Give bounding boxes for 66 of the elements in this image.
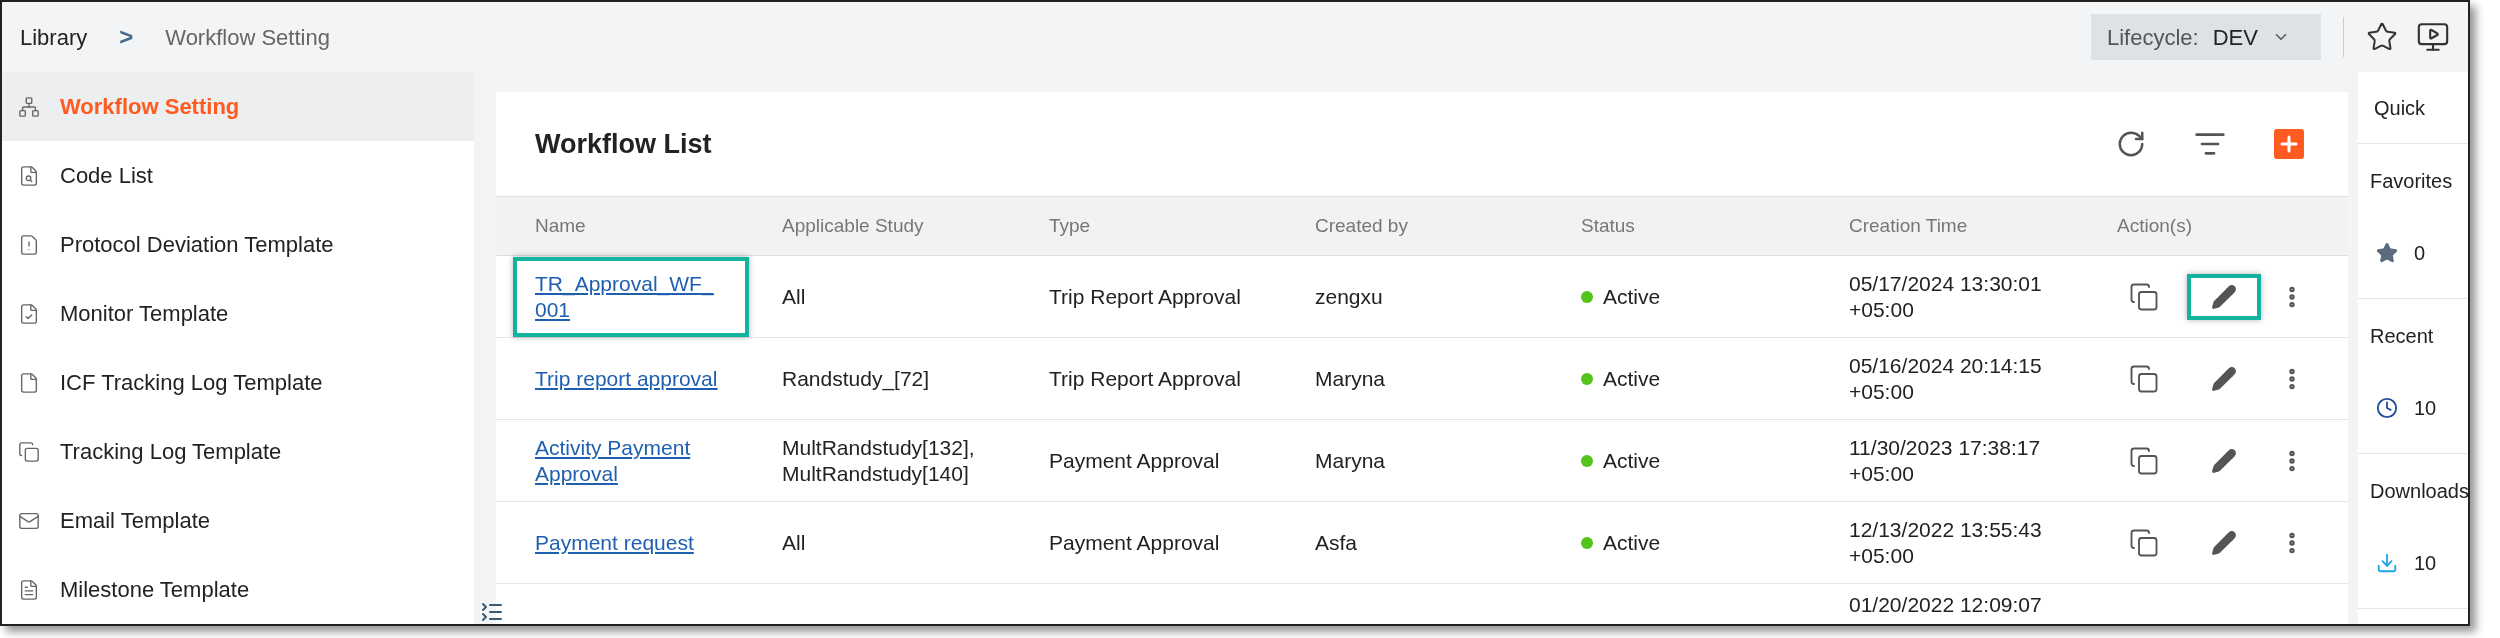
section-count[interactable]: 10: [2414, 548, 2437, 578]
pencil-icon: [2211, 283, 2237, 310]
sidebar-item[interactable]: Email Template: [2, 486, 474, 555]
card-title: Workflow List: [535, 127, 712, 161]
workflow-name-link[interactable]: TR_Approval_WF_001: [535, 270, 725, 323]
type-cell: Trip Report Approval: [1049, 366, 1241, 390]
status-text: Active: [1603, 283, 1661, 310]
copy-icon[interactable]: [2129, 281, 2159, 312]
copy-icon[interactable]: [2129, 527, 2159, 558]
monitor-icon[interactable]: [2416, 20, 2450, 54]
copy-icon[interactable]: [2129, 445, 2159, 476]
creation-time-cell-text: 05/16/2024 20:14:15 +05:00: [1849, 352, 2043, 405]
status-text: Active: [1603, 447, 1661, 474]
creation-time-cell-text: 01/20/2022 12:09:07: [1849, 592, 2043, 618]
type-cell: Trip Report Approval: [1049, 284, 1241, 308]
column-header: Type: [1049, 213, 1092, 238]
study-cell-text: All: [782, 283, 807, 310]
edit-button[interactable]: [2187, 273, 2261, 320]
creation-time-cell-text: 12/13/2022 13:55:43 +05:00: [1849, 516, 2043, 569]
status-text: Active: [1603, 365, 1661, 392]
lifecycle-dropdown[interactable]: Lifecycle: DEV: [2091, 14, 2321, 60]
sidebar-item[interactable]: Protocol Deviation Template: [2, 210, 474, 279]
sidebar-item[interactable]: Tracking Log Template: [2, 417, 474, 486]
column-header: Action(s): [2117, 213, 2193, 238]
creator-cell: Asfa: [1315, 530, 1358, 554]
add-button[interactable]: [2274, 129, 2304, 159]
sidebar-item[interactable]: ICF Tracking Log Template: [2, 348, 474, 417]
pencil-icon: [2211, 365, 2237, 392]
column-header: Creation Time: [1849, 213, 1969, 238]
breadcrumb-link[interactable]: Library: [20, 20, 88, 54]
workflow-name-link[interactable]: Activity Payment Approval: [535, 434, 725, 487]
study-cell-text: Randstudy_[72]: [782, 365, 931, 392]
study-cell-text: MultRandstudy[132], MultRandstudy[140]: [782, 434, 976, 487]
star-icon: [2376, 242, 2398, 264]
pencil-icon: [2211, 447, 2237, 474]
panel-title: Quick: [2374, 95, 2426, 121]
clock-icon: [2376, 397, 2398, 419]
breadcrumb-separator: >: [119, 22, 134, 52]
sidebar-item[interactable]: Code List: [2, 141, 474, 210]
sidebar-item[interactable]: Milestone Template: [2, 555, 474, 624]
creation-time-cell-text: 05/17/2024 13:30:01 +05:00: [1849, 270, 2043, 323]
type-cell: Payment Approval: [1049, 530, 1220, 554]
column-header: Applicable Study: [782, 213, 925, 238]
download-icon: [2376, 552, 2398, 574]
type-cell: Payment Approval: [1049, 448, 1220, 472]
column-header: Status: [1581, 213, 1636, 238]
section-title: Favorites: [2370, 169, 2454, 194]
workflow-name-link[interactable]: Trip report approval: [535, 365, 725, 392]
creator-cell: Maryna: [1315, 448, 1386, 472]
copy-icon[interactable]: [2129, 363, 2159, 394]
study-cell-text: All: [782, 529, 807, 556]
column-header: Name: [535, 213, 587, 238]
column-header: Created by: [1315, 213, 1409, 238]
section-title: Recent: [2370, 324, 2435, 349]
creation-time-cell-text: 11/30/2023 17:38:17 +05:00: [1849, 434, 2042, 487]
section-count[interactable]: 0: [2414, 238, 2426, 268]
pencil-icon: [2211, 529, 2237, 556]
creator-cell: zengxu: [1315, 284, 1383, 308]
breadcrumb-current: Workflow Setting: [165, 23, 330, 52]
star-icon[interactable]: [2366, 21, 2398, 53]
section-count[interactable]: 10: [2414, 393, 2437, 423]
status-text: Active: [1603, 529, 1661, 556]
workflow-name-link[interactable]: Payment request: [535, 529, 725, 556]
sidebar-item[interactable]: Monitor Template: [2, 279, 474, 348]
refresh-icon[interactable]: [2116, 129, 2146, 159]
creator-cell: Maryna: [1315, 366, 1386, 390]
